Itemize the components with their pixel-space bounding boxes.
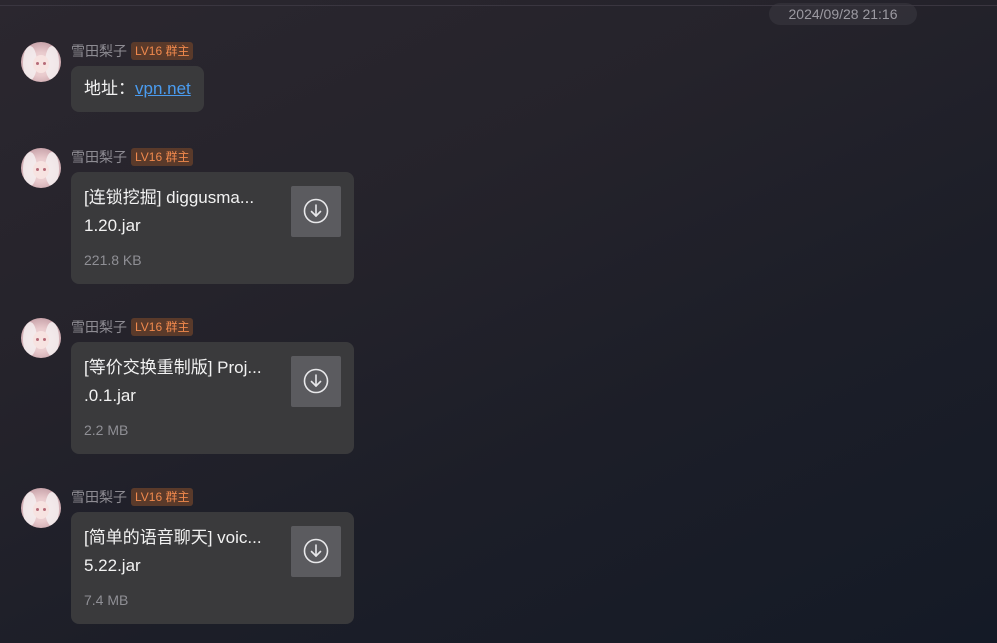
message-text: 地址： [84,79,135,98]
file-message-card[interactable]: [等价交换重制版] Proj... .0.1.jar 2.2 MB [71,342,354,454]
avatar[interactable] [21,318,61,358]
sender-row: 雪田梨子 LV16 群主 [71,488,194,506]
sender-name[interactable]: 雪田梨子 [71,318,127,336]
file-name-line: 1.20.jar [84,216,141,235]
sender-row: 雪田梨子 LV16 群主 [71,318,194,336]
text-message-bubble[interactable]: 地址：vpn.net [71,66,204,112]
member-level-badge: LV16 群主 [131,318,194,336]
file-size: 7.4 MB [84,592,129,608]
file-name-line: [等价交换重制版] Proj... [84,358,262,377]
sender-name[interactable]: 雪田梨子 [71,42,127,60]
download-icon[interactable] [291,186,341,237]
sender-row: 雪田梨子 LV16 群主 [71,148,194,166]
sender-row: 雪田梨子 LV16 群主 [71,42,194,60]
file-name: [简单的语音聊天] voic... 5.22.jar [84,524,284,580]
member-level-badge: LV16 群主 [131,42,194,60]
file-name-line: [简单的语音聊天] voic... [84,528,262,547]
file-name: [等价交换重制版] Proj... .0.1.jar [84,354,284,410]
sender-name[interactable]: 雪田梨子 [71,148,127,166]
message-timestamp: 2024/09/28 21:16 [769,3,917,25]
avatar[interactable] [21,148,61,188]
file-name-line: [连锁挖掘] diggusma... [84,188,255,207]
file-message-card[interactable]: [简单的语音聊天] voic... 5.22.jar 7.4 MB [71,512,354,624]
download-icon[interactable] [291,526,341,577]
file-name-line: .0.1.jar [84,386,136,405]
member-level-badge: LV16 群主 [131,488,194,506]
file-size: 2.2 MB [84,422,129,438]
file-message-card[interactable]: [连锁挖掘] diggusma... 1.20.jar 221.8 KB [71,172,354,284]
file-size: 221.8 KB [84,252,142,268]
download-icon[interactable] [291,356,341,407]
avatar[interactable] [21,488,61,528]
member-level-badge: LV16 群主 [131,148,194,166]
avatar[interactable] [21,42,61,82]
message-link[interactable]: vpn.net [135,79,191,98]
sender-name[interactable]: 雪田梨子 [71,488,127,506]
file-name: [连锁挖掘] diggusma... 1.20.jar [84,184,284,240]
file-name-line: 5.22.jar [84,556,141,575]
